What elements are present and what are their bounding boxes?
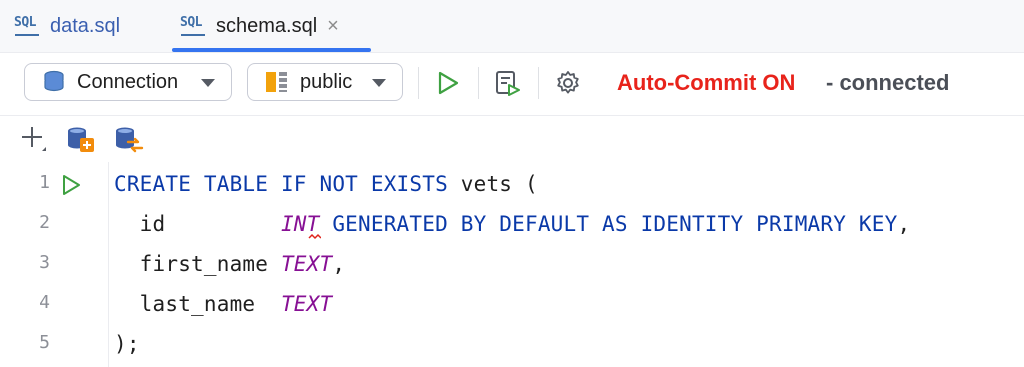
editor-tab-bar: SQL data.sql SQL schema.sql × bbox=[0, 0, 1024, 53]
line-number: 5 bbox=[39, 332, 50, 353]
sql-file-icon: SQL bbox=[180, 15, 206, 37]
code-line: 5 ); bbox=[0, 326, 1024, 366]
connection-status: - connected bbox=[826, 70, 950, 95]
tab-label: data.sql bbox=[50, 14, 121, 37]
sql-editor[interactable]: 1 CREATE TABLE IF NOT EXISTS vets ( 2 id… bbox=[0, 162, 1024, 367]
schema-label: public bbox=[300, 70, 353, 93]
migrate-datasource-icon[interactable] bbox=[114, 124, 144, 154]
line-number: 1 bbox=[39, 172, 50, 193]
code-text: last_name TEXT bbox=[114, 292, 333, 316]
auto-commit-status: Auto-Commit ON bbox=[617, 70, 796, 95]
toolbar-divider bbox=[478, 67, 479, 99]
active-tab-indicator bbox=[172, 48, 371, 52]
code-text: id INT GENERATED BY DEFAULT AS IDENTITY … bbox=[114, 212, 911, 240]
schema-icon bbox=[266, 72, 287, 92]
warning-squiggle: INT bbox=[280, 212, 321, 240]
datasource-toolbar bbox=[0, 116, 1024, 162]
line-number: 3 bbox=[39, 252, 50, 273]
code-text: ); bbox=[114, 332, 140, 356]
line-number: 2 bbox=[39, 212, 50, 233]
run-statement-icon[interactable] bbox=[60, 174, 82, 196]
add-datasource-icon[interactable] bbox=[66, 124, 96, 154]
database-icon bbox=[44, 70, 64, 92]
code-line: 3 first_name TEXT, bbox=[0, 246, 1024, 286]
gear-icon[interactable] bbox=[554, 69, 582, 97]
tab-label: schema.sql bbox=[216, 14, 318, 37]
toolbar-divider bbox=[538, 67, 539, 99]
code-text: CREATE TABLE IF NOT EXISTS vets ( bbox=[114, 172, 538, 196]
toolbar-divider bbox=[418, 67, 419, 99]
tab-data-sql[interactable]: SQL data.sql bbox=[14, 0, 120, 52]
chevron-down-icon bbox=[372, 79, 386, 87]
chevron-down-icon bbox=[201, 79, 215, 87]
code-line: 1 CREATE TABLE IF NOT EXISTS vets ( bbox=[0, 166, 1024, 206]
line-number: 4 bbox=[39, 292, 50, 313]
code-line: 2 id INT GENERATED BY DEFAULT AS IDENTIT… bbox=[0, 206, 1024, 246]
code-text: first_name TEXT, bbox=[114, 252, 346, 276]
explain-plan-icon[interactable] bbox=[493, 69, 521, 97]
add-icon[interactable] bbox=[18, 124, 48, 154]
schema-dropdown[interactable]: public bbox=[247, 63, 403, 101]
close-icon[interactable]: × bbox=[327, 15, 339, 38]
connection-label: Connection bbox=[77, 70, 179, 93]
query-toolbar: Connection public Auto-Commit ON - conne… bbox=[0, 53, 1024, 116]
tab-schema-sql[interactable]: SQL schema.sql × bbox=[180, 0, 339, 52]
sql-file-icon: SQL bbox=[14, 15, 40, 37]
run-icon[interactable] bbox=[434, 69, 462, 97]
connection-dropdown[interactable]: Connection bbox=[24, 63, 232, 101]
code-line: 4 last_name TEXT bbox=[0, 286, 1024, 326]
